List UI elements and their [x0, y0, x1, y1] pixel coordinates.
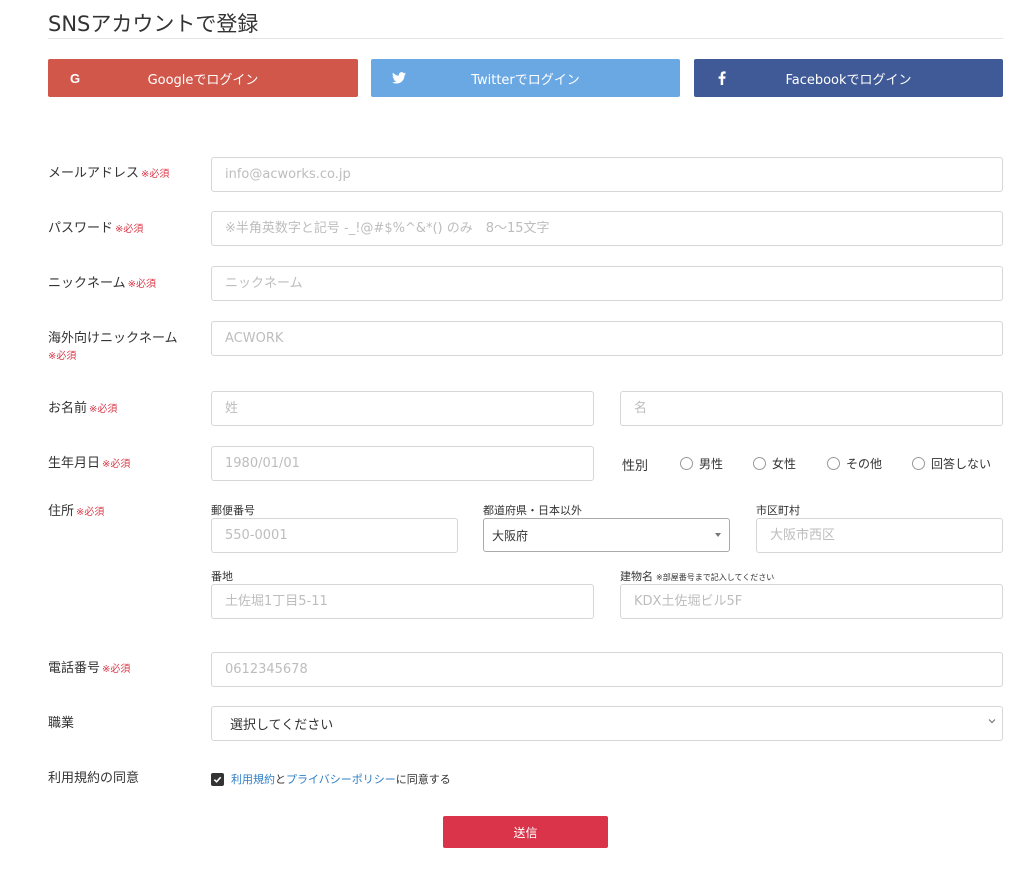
nickname-label: ニックネーム ※必須: [48, 275, 156, 294]
required-mark: ※必須: [89, 404, 118, 415]
radio-circle[interactable]: [680, 457, 693, 470]
email-label: メールアドレス ※必須: [48, 165, 169, 184]
gender-radio-female[interactable]: 女性: [753, 455, 796, 472]
job-select[interactable]: 選択してください: [211, 706, 1003, 741]
birthday-input[interactable]: [211, 446, 594, 481]
phone-label-text: 電話番号: [48, 661, 101, 676]
name-label-text: お名前: [48, 401, 88, 416]
required-mark: ※必須: [102, 459, 131, 470]
prefecture-value: 大阪府: [492, 528, 529, 543]
prefecture-select[interactable]: 大阪府: [483, 518, 730, 552]
required-mark: ※必須: [127, 279, 157, 290]
nickname-label-text: ニックネーム: [48, 276, 126, 291]
phone-label: 電話番号 ※必須: [48, 660, 130, 679]
password-input[interactable]: [211, 211, 1003, 246]
twitter-login-button[interactable]: Twitterでログイン: [371, 59, 680, 97]
terms-agreement: 利用規約 と プライバシーポリシー に同意する: [211, 771, 451, 787]
terms-link[interactable]: 利用規約: [231, 771, 275, 787]
terms-label: 利用規約の同意: [48, 771, 140, 786]
submit-button[interactable]: 送信: [443, 816, 608, 848]
email-label-text: メールアドレス: [48, 166, 140, 181]
gender-radio-other[interactable]: その他: [827, 455, 882, 472]
building-label: 建物名 ※部屋番号まで記入してください: [620, 568, 774, 584]
radio-circle[interactable]: [827, 457, 840, 470]
gender-label: 性別: [622, 459, 649, 474]
google-login-button[interactable]: G Googleでログイン: [48, 59, 358, 97]
city-label: 市区町村: [756, 504, 800, 517]
gender-option-label: 女性: [772, 457, 797, 471]
required-mark: ※必須: [141, 169, 170, 180]
title-divider: [48, 38, 1003, 39]
gender-option-label: 男性: [699, 457, 724, 471]
twitter-login-label: Twitterでログイン: [471, 72, 580, 88]
gender-radio-no-answer[interactable]: 回答しない: [912, 455, 991, 472]
street-label: 番地: [211, 570, 233, 583]
google-icon: G: [66, 59, 86, 97]
overseas-nickname-label-text: 海外向けニックネーム: [48, 331, 178, 346]
gender-option-label: 回答しない: [931, 457, 992, 471]
building-label-text: 建物名: [620, 570, 653, 583]
twitter-icon: [389, 59, 409, 97]
phone-input[interactable]: [211, 652, 1003, 687]
facebook-login-button[interactable]: Facebookでログイン: [694, 59, 1003, 97]
first-name-input[interactable]: [620, 391, 1003, 426]
name-label: お名前 ※必須: [48, 400, 117, 419]
check-icon: [213, 776, 222, 783]
terms-suffix: に同意する: [395, 773, 451, 786]
caret-down-icon: [715, 533, 721, 537]
radio-circle[interactable]: [753, 457, 766, 470]
prefecture-label: 都道府県・日本以外: [483, 504, 582, 517]
last-name-input[interactable]: [211, 391, 594, 426]
facebook-login-label: Facebookでログイン: [785, 72, 912, 88]
password-label-text: パスワード: [48, 221, 114, 236]
job-label: 職業: [48, 716, 75, 731]
postal-code-label: 郵便番号: [211, 504, 255, 517]
birthday-label: 生年月日 ※必須: [48, 455, 130, 474]
job-select-value: 選択してください: [230, 718, 334, 733]
birthday-label-text: 生年月日: [48, 456, 101, 471]
radio-circle[interactable]: [912, 457, 925, 470]
required-mark: ※必須: [48, 351, 77, 362]
page-title: SNSアカウントで登録: [48, 12, 259, 36]
gender-radio-male[interactable]: 男性: [680, 455, 723, 472]
nickname-input[interactable]: [211, 266, 1003, 301]
postal-code-input[interactable]: [211, 518, 458, 553]
required-mark: ※必須: [76, 507, 105, 518]
street-input[interactable]: [211, 584, 594, 619]
required-mark: ※必須: [115, 224, 144, 235]
facebook-icon: [712, 59, 732, 97]
svg-text:G: G: [70, 71, 80, 85]
email-input[interactable]: [211, 157, 1003, 192]
address-label-text: 住所: [48, 504, 75, 519]
overseas-nickname-input[interactable]: [211, 321, 1003, 356]
chevron-down-icon: [988, 717, 996, 728]
city-input[interactable]: [756, 518, 1003, 553]
building-input[interactable]: [620, 584, 1003, 619]
building-note: ※部屋番号まで記入してください: [656, 573, 775, 582]
address-label: 住所 ※必須: [48, 503, 104, 522]
google-login-label: Googleでログイン: [147, 72, 259, 88]
overseas-nickname-label: 海外向けニックネーム ※必須: [48, 330, 178, 364]
privacy-policy-link[interactable]: プライバシーポリシー: [286, 771, 396, 787]
gender-option-label: その他: [846, 457, 883, 471]
terms-checkbox[interactable]: [211, 772, 224, 786]
password-label: パスワード ※必須: [48, 220, 143, 239]
required-mark: ※必須: [102, 664, 131, 675]
terms-connector: と: [275, 773, 286, 786]
